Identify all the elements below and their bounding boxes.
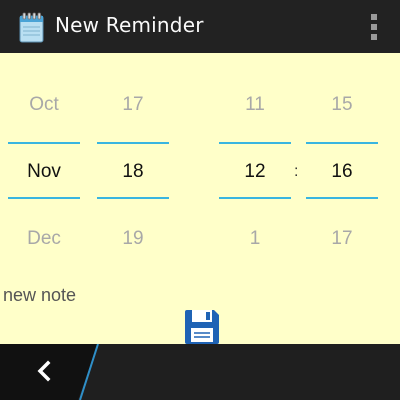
menu-dot	[371, 24, 377, 30]
month-next[interactable]: Dec	[8, 228, 80, 250]
minute-next[interactable]: 17	[306, 228, 378, 250]
minute-picker[interactable]: 15 16 17	[306, 53, 378, 253]
hour-picker[interactable]: 11 12 1	[219, 53, 291, 253]
notepad-calendar-icon[interactable]	[17, 11, 46, 43]
day-selected[interactable]: 18	[97, 161, 169, 183]
month-selected[interactable]: Nov	[8, 161, 80, 183]
day-picker[interactable]: 17 18 19	[97, 53, 169, 253]
menu-dot	[371, 34, 377, 40]
day-next[interactable]: 19	[97, 228, 169, 250]
picker-divider	[8, 197, 80, 199]
picker-divider	[97, 197, 169, 199]
menu-dot	[371, 14, 377, 20]
floppy-disk-icon[interactable]	[183, 308, 221, 346]
navbar-background	[0, 344, 400, 400]
hour-selected[interactable]: 12	[219, 161, 291, 183]
action-bar: New Reminder	[0, 0, 400, 53]
picker-divider	[97, 142, 169, 144]
picker-divider	[306, 142, 378, 144]
hour-prev[interactable]: 11	[219, 94, 291, 116]
back-chevron-icon[interactable]	[30, 356, 58, 386]
overflow-menu-icon[interactable]	[370, 14, 378, 40]
picker-divider	[306, 197, 378, 199]
minute-prev[interactable]: 15	[306, 94, 378, 116]
minute-selected[interactable]: 16	[306, 161, 378, 183]
hour-next[interactable]: 1	[219, 228, 291, 250]
navigation-bar	[0, 344, 400, 400]
month-prev[interactable]: Oct	[8, 94, 80, 116]
time-separator: :	[294, 163, 299, 180]
note-input[interactable]: new note	[3, 285, 76, 306]
screen-title: New Reminder	[55, 13, 204, 37]
month-picker[interactable]: Oct Nov Dec	[8, 53, 80, 253]
picker-divider	[8, 142, 80, 144]
day-prev[interactable]: 17	[97, 94, 169, 116]
picker-divider	[219, 197, 291, 199]
reminder-form: Oct Nov Dec 17 18 19 11 12 1 : 15 16 17 …	[0, 53, 400, 344]
picker-divider	[219, 142, 291, 144]
